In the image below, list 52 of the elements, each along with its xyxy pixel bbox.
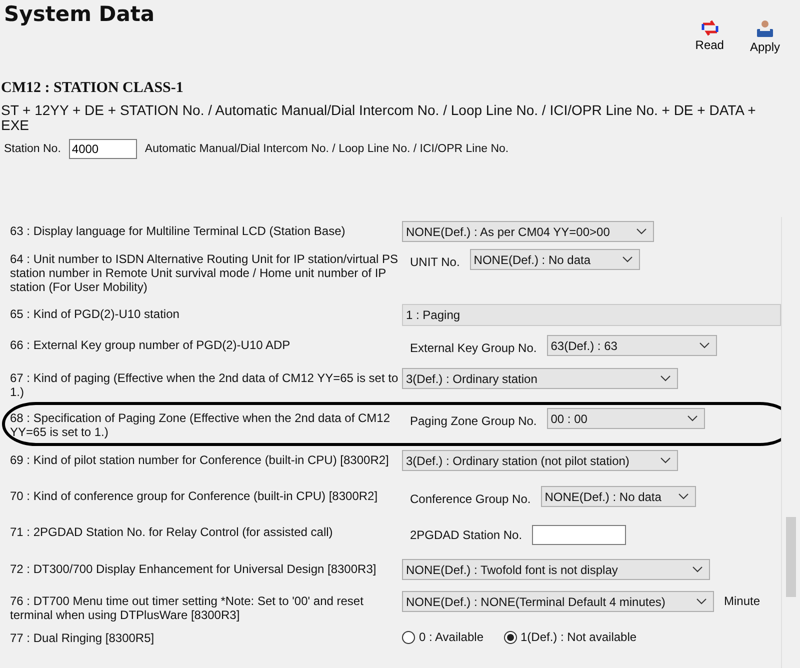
setting-description: 65 : Kind of PGD(2)-U10 station — [10, 306, 180, 323]
setting-description: 69 : Kind of pilot station number for Conference (built-in CPU) [8300R2] — [10, 452, 390, 469]
chevron-down-icon — [622, 256, 633, 263]
chevron-down-icon — [636, 228, 647, 235]
chevron-down-icon — [696, 598, 707, 605]
text-input[interactable] — [532, 525, 626, 545]
station-hint: Automatic Manual/Dial Intercom No. / Loop Line No. / ICI/OPR Line No. — [144, 143, 509, 155]
field-label: UNIT No. — [410, 255, 460, 269]
chevron-down-icon — [660, 457, 671, 464]
field-label: Paging Zone Group No. — [410, 414, 537, 428]
dropdown[interactable]: NONE(Def.) : No data — [540, 486, 696, 507]
apply-button[interactable]: Apply — [750, 20, 780, 56]
setting-description: 76 : DT700 Menu time out timer setting *Note: Set to '00' and reset terminal when using DTPlusWare [8300R3] — [10, 593, 364, 624]
setting-description: 72 : DT300/700 Display Enhancement for Universal Design [8300R3] — [10, 561, 378, 578]
dropdown[interactable]: 3(Def.) : Ordinary station — [402, 368, 678, 389]
chevron-down-icon — [698, 342, 710, 349]
radio-option[interactable]: 0 : Available — [402, 630, 484, 644]
field-label: External Key Group No. — [410, 341, 537, 355]
dropdown[interactable]: NONE(Def.) : No data — [470, 249, 640, 270]
dropdown[interactable]: 63(Def.) : 63 — [546, 335, 717, 356]
chevron-down-icon — [660, 375, 671, 382]
setting-description: 68 : Specification of Paging Zone (Effective when the 2nd data of CM12 YY=65 is set to 1.) — [10, 410, 392, 441]
setting-description: 64 : Unit number to ISDN Alternative Routing Unit for IP station/virtual PS station number in Remote Unit survival mode / Home unit number of IP station (For User Mobility) — [10, 251, 399, 296]
person-at-desk-icon — [754, 20, 775, 38]
setting-description: 63 : Display language for Multiline Terminal LCD (Station Base) — [10, 223, 346, 240]
station-input[interactable]: 4000 — [68, 139, 137, 159]
dropdown[interactable]: 3(Def.) : Ordinary station (not pilot station) — [402, 450, 678, 471]
chevron-down-icon — [686, 415, 698, 422]
dropdown[interactable]: 00 : 00 — [546, 408, 705, 429]
read-button[interactable]: Read — [695, 20, 724, 56]
field-label: 2PGDAD Station No. — [410, 528, 522, 542]
setting-description: 67 : Kind of paging (Effective when the 2nd data of CM12 YY=65 is set to 1.) — [10, 370, 400, 401]
chevron-down-icon — [678, 493, 689, 500]
unit-label: Minute — [724, 594, 760, 608]
sync-arrows-icon — [700, 20, 720, 36]
setting-description: 77 : Dual Ringing [8300R5] — [10, 630, 156, 647]
station-label: Station No. — [4, 143, 61, 155]
radio-option[interactable]: 1(Def.) : Not available — [504, 630, 637, 644]
readonly-field: 1 : Paging — [402, 304, 781, 326]
dropdown[interactable]: NONE(Def.) : NONE(Terminal Default 4 minutes) — [402, 591, 714, 612]
radio-circle[interactable] — [504, 630, 516, 644]
command-syntax: ST + 12YY + DE + STATION No. / Automatic Manual/Dial Intercom No. / Loop Line No. / ICI/OPR Line No. + DE + DATA + EXE — [0, 101, 757, 133]
chevron-down-icon — [692, 566, 703, 573]
setting-description: 71 : 2PGDAD Station No. for Relay Control (for assisted call) — [10, 524, 334, 541]
dropdown[interactable]: NONE(Def.) : As per CM04 YY=00>00 — [402, 221, 654, 242]
dropdown[interactable]: NONE(Def.) : Twofold font is not display — [402, 559, 710, 580]
setting-description: 70 : Kind of conference group for Conference (built-in CPU) [8300R2] — [10, 488, 379, 505]
setting-description: 66 : External Key group number of PGD(2)-U10 ADP — [10, 337, 292, 354]
command-title: CM12 : STATION CLASS-1 — [0, 80, 184, 98]
page-title: System Data — [4, 2, 155, 28]
field-label: Conference Group No. — [410, 492, 531, 506]
radio-circle[interactable] — [402, 630, 415, 644]
